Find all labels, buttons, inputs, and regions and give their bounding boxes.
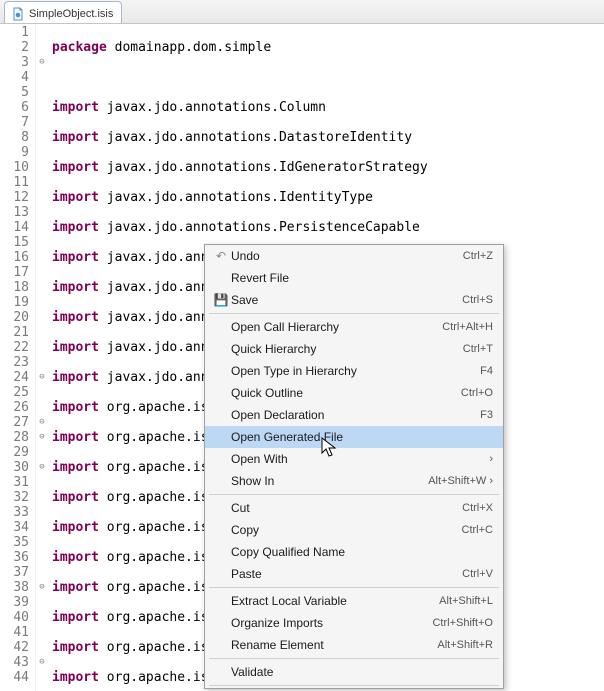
- menu-paste[interactable]: PasteCtrl+V: [205, 563, 503, 585]
- menu-open-type-in-hierarchy[interactable]: Open Type in HierarchyF4: [205, 360, 503, 382]
- line-gutter: 1234567891011121314151617181920212223242…: [0, 24, 36, 691]
- menu-extract-local-variable[interactable]: Extract Local VariableAlt+Shift+L: [205, 590, 503, 612]
- fold-toggle-icon: ⊖: [36, 415, 48, 430]
- menu-show-in[interactable]: Show InAlt+Shift+W ›: [205, 470, 503, 492]
- menu-organize-imports[interactable]: Organize ImportsCtrl+Shift+O: [205, 612, 503, 634]
- tab-bar: SimpleObject.isis: [0, 0, 604, 24]
- tab-title: SimpleObject.isis: [29, 8, 113, 20]
- menu-open-generated-file[interactable]: Open Generated File: [205, 426, 503, 448]
- menu-open-declaration[interactable]: Open DeclarationF3: [205, 404, 503, 426]
- menu-quick-outline[interactable]: Quick OutlineCtrl+O: [205, 382, 503, 404]
- fold-toggle-icon: ⊖: [36, 370, 48, 385]
- menu-copy[interactable]: CopyCtrl+C: [205, 519, 503, 541]
- menu-open-call-hierarchy[interactable]: Open Call HierarchyCtrl+Alt+H: [205, 316, 503, 338]
- menu-quick-hierarchy[interactable]: Quick HierarchyCtrl+T: [205, 338, 503, 360]
- menu-save[interactable]: 💾SaveCtrl+S: [205, 289, 503, 311]
- fold-toggle-icon: ⊖: [36, 655, 48, 670]
- fold-toggle-icon: ⊖: [36, 460, 48, 475]
- fold-toggle-icon: ⊖: [36, 430, 48, 445]
- menu-open-with[interactable]: Open With›: [205, 448, 503, 470]
- context-menu: ↶UndoCtrl+Z Revert File 💾SaveCtrl+S Open…: [204, 244, 504, 689]
- fold-toggle-icon: ⊖: [36, 580, 48, 595]
- menu-rename-element[interactable]: Rename ElementAlt+Shift+R: [205, 634, 503, 656]
- menu-copy-qualified-name[interactable]: Copy Qualified Name: [205, 541, 503, 563]
- undo-icon: ↶: [211, 249, 231, 263]
- save-icon: 💾: [211, 293, 231, 307]
- menu-validate[interactable]: Validate: [205, 661, 503, 683]
- file-icon: [11, 7, 25, 21]
- menu-revert-file[interactable]: Revert File: [205, 267, 503, 289]
- fold-toggle-icon: ⊖: [36, 55, 48, 70]
- editor-tab[interactable]: SimpleObject.isis: [4, 1, 122, 23]
- submenu-arrow-icon: ›: [489, 453, 493, 465]
- menu-cut[interactable]: CutCtrl+X: [205, 497, 503, 519]
- fold-markers[interactable]: ⊖⊖⊖⊖⊖⊖⊖: [36, 24, 48, 691]
- menu-undo[interactable]: ↶UndoCtrl+Z: [205, 245, 503, 267]
